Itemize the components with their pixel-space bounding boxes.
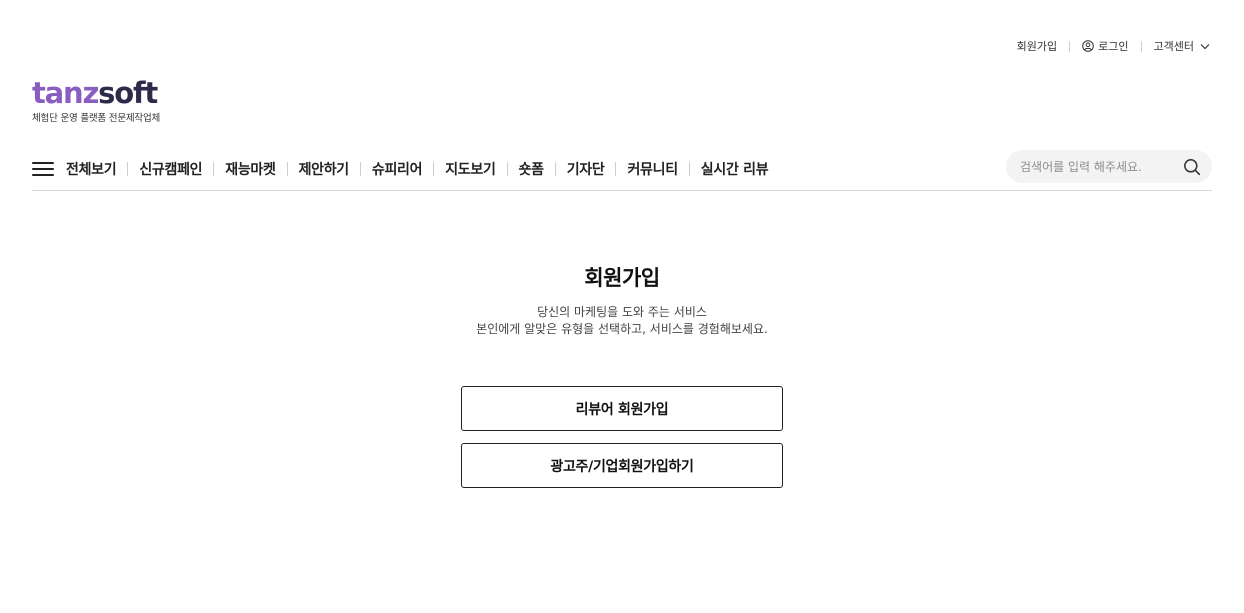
divider (1140, 40, 1142, 52)
nav-item-new-campaign[interactable]: 신규캠페인 (128, 159, 213, 179)
nav-item-superior[interactable]: 슈피리어 (361, 159, 433, 179)
nav-item-live-review[interactable]: 실시간 리뷰 (690, 159, 779, 179)
signup-link[interactable]: 회원가입 (1017, 38, 1057, 54)
nav-item-all[interactable]: 전체보기 (66, 159, 127, 179)
utility-bar: 회원가입 로그인 고객센터 (1017, 36, 1210, 56)
nav-menu: 전체보기 신규캠페인 재능마켓 제안하기 슈피리어 지도보기 숏폼 기자단 커뮤… (66, 159, 779, 179)
signup-options: 리뷰어 회원가입 광고주/기업회원가입하기 (461, 386, 783, 488)
nav-item-map[interactable]: 지도보기 (434, 159, 506, 179)
reviewer-signup-button[interactable]: 리뷰어 회원가입 (461, 386, 783, 431)
logo-tagline: 체험단 운영 플랫폼 전문제작업체 (32, 113, 161, 124)
logo-part-tanz: tanz (32, 76, 99, 110)
nav-item-community[interactable]: 커뮤니티 (616, 159, 688, 179)
search-input[interactable] (1020, 159, 1182, 174)
advertiser-signup-button[interactable]: 광고주/기업회원가입하기 (461, 443, 783, 488)
chevron-down-icon (1200, 43, 1210, 50)
user-icon (1082, 40, 1094, 52)
main-nav: 전체보기 신규캠페인 재능마켓 제안하기 슈피리어 지도보기 숏폼 기자단 커뮤… (32, 148, 1212, 191)
support-label: 고객센터 (1153, 40, 1194, 53)
search-box (1006, 150, 1212, 183)
divider (1069, 40, 1071, 52)
nav-item-propose[interactable]: 제안하기 (288, 159, 360, 179)
description-line: 당신의 마케팅을 도와 주는 서비스 (537, 305, 707, 319)
nav-item-talent-market[interactable]: 재능마켓 (214, 159, 286, 179)
signup-section: 회원가입 당신의 마케팅을 도와 주는 서비스 본인에게 알맞은 유형을 선택하… (0, 262, 1244, 338)
logo-wordmark: tanzsoft (32, 76, 182, 110)
search-icon[interactable] (1182, 157, 1202, 177)
nav-item-shortform[interactable]: 숏폼 (508, 159, 555, 179)
page-title: 회원가입 (584, 266, 660, 290)
logo-part-soft: soft (98, 76, 158, 110)
hamburger-menu-icon[interactable] (32, 161, 54, 177)
login-link-label: 로그인 (1098, 40, 1129, 53)
signup-link-label: 회원가입 (1016, 40, 1058, 53)
login-link[interactable]: 로그인 (1082, 38, 1129, 54)
logo[interactable]: tanzsoft 체험단 운영 플랫폼 전문제작업체 (32, 76, 182, 124)
description-line: 본인에게 알맞은 유형을 선택하고, 서비스를 경험해보세요. (476, 322, 768, 336)
support-dropdown[interactable]: 고객센터 (1154, 38, 1210, 54)
page-description: 당신의 마케팅을 도와 주는 서비스 본인에게 알맞은 유형을 선택하고, 서비… (0, 304, 1244, 338)
nav-item-reporters[interactable]: 기자단 (556, 159, 616, 179)
